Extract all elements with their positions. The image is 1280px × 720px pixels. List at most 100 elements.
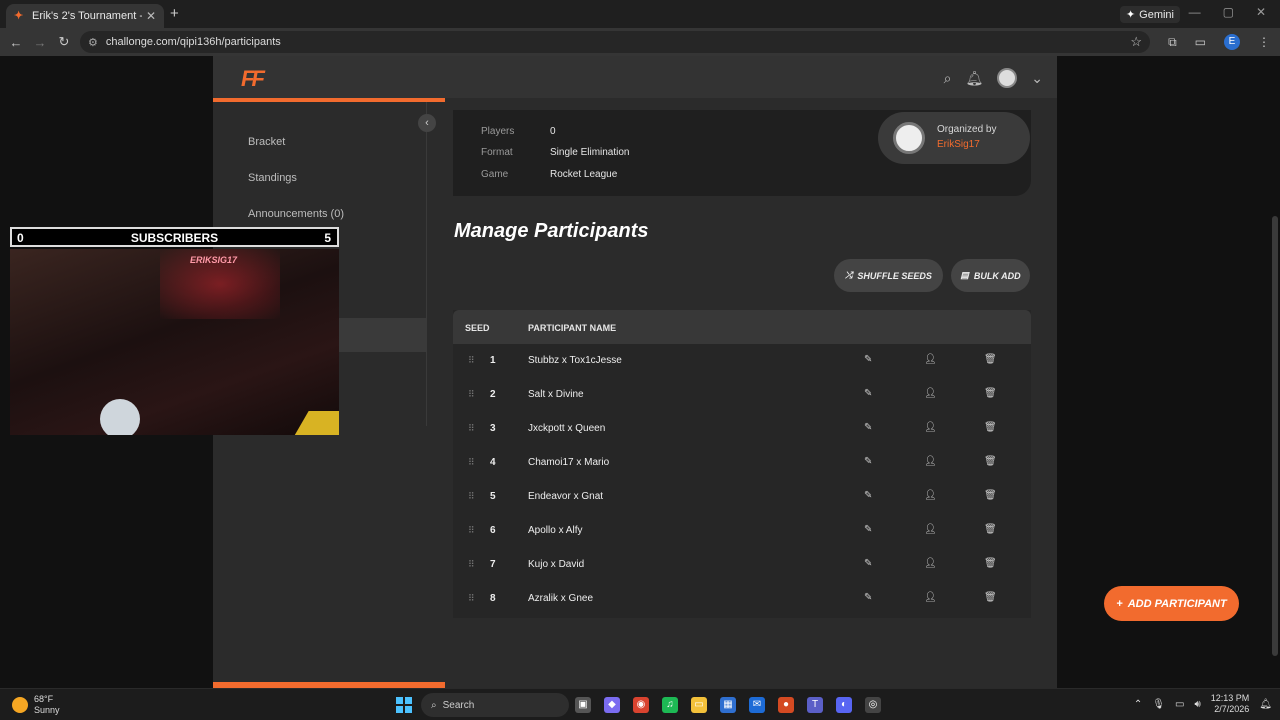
task-view-icon[interactable]: ▣ [575,697,591,713]
maximize-icon[interactable]: ▢ [1223,5,1234,19]
file-explorer-icon[interactable]: ▭ [691,697,707,713]
edit-icon[interactable]: ✎ [864,592,872,603]
teams-icon[interactable]: T [807,697,823,713]
weather-widget[interactable]: 68°F Sunny [12,694,60,716]
table-row[interactable]: ⠿ 2 Salt x Divine ✎ 👤︎ 🗑︎ [453,378,1031,412]
gemini-button[interactable]: ✦ Gemini [1119,6,1180,23]
drag-handle-icon[interactable]: ⠿ [468,525,475,536]
edit-icon[interactable]: ✎ [864,422,872,433]
close-window-icon[interactable]: ✕ [1256,5,1266,19]
bookmark-star-icon[interactable]: ☆ [1130,34,1142,50]
collapse-sidebar-icon[interactable]: ‹ [418,114,436,132]
taskbar-search[interactable]: ⌕ Search [421,693,569,717]
address-bar[interactable]: ⚙ challonge.com/qipi136h/participants ☆ [80,31,1150,53]
edit-icon[interactable]: ✎ [864,490,872,501]
trash-icon[interactable]: 🗑︎ [984,524,997,535]
browser-tab[interactable]: ✦ Erik's 2's Tournament - Challon ✕ [6,4,164,28]
user-icon[interactable]: 👤︎ [924,422,937,433]
extensions-icon[interactable]: ⧉ [1168,35,1177,50]
chrome-icon[interactable]: ◉ [633,697,649,713]
user-icon[interactable]: 👤︎ [924,524,937,535]
bulk-add-button[interactable]: ▤ BULK ADD [951,259,1030,292]
close-tab-icon[interactable]: ✕ [146,9,156,23]
drag-handle-icon[interactable]: ⠿ [468,423,475,434]
trash-icon[interactable]: 🗑︎ [984,354,997,365]
table-row[interactable]: ⠿ 6 Apollo x Alfy ✎ 👤︎ 🗑︎ [453,514,1031,548]
tray-overflow-icon[interactable]: ⌃ [1134,699,1142,710]
forward-icon[interactable]: → [28,35,52,50]
user-icon[interactable]: 👤︎ [924,592,937,603]
discord-icon[interactable]: ◐ [836,697,852,713]
organizer-name-link[interactable]: ErikSig17 [937,139,980,150]
minimize-icon[interactable]: — [1189,5,1201,19]
search-icon[interactable]: ⌕ [944,70,952,87]
cast-icon[interactable]: ▭ [1195,35,1206,49]
store-icon[interactable]: ▦ [720,697,736,713]
table-row[interactable]: ⠿ 4 Chamoi17 x Mario ✎ 👤︎ 🗑︎ [453,446,1031,480]
app-icon[interactable]: ● [778,697,794,713]
page-scrollbar[interactable] [1272,216,1278,656]
drag-handle-icon[interactable]: ⠿ [468,457,475,468]
spotify-icon[interactable]: ♫ [662,697,678,713]
sidebar-item-announcements[interactable]: Announcements (0) [248,208,344,220]
site-info-icon[interactable]: ⚙ [88,36,98,49]
user-avatar[interactable] [997,68,1018,88]
table-row[interactable]: ⠿ 5 Endeavor x Gnat ✎ 👤︎ 🗑︎ [453,480,1031,514]
add-participant-button[interactable]: + ADD PARTICIPANT [1104,586,1239,621]
participants-table: SEED PARTICIPANT NAME ⠿ 1 Stubbz x Tox1cJe… [453,310,1031,618]
back-icon[interactable]: ← [4,35,28,50]
user-icon[interactable]: 👤︎ [924,388,937,399]
organizer-card[interactable]: Organized by ErikSig17 [878,112,1030,164]
table-row[interactable]: ⠿ 3 Jxckpott x Queen ✎ 👤︎ 🗑︎ [453,412,1031,446]
volume-icon[interactable]: 🔊︎ [1194,699,1200,710]
profile-avatar[interactable]: E [1224,34,1240,50]
edit-icon[interactable]: ✎ [864,354,872,365]
user-icon[interactable]: 👤︎ [924,456,937,467]
page-viewport: FF ⌕ 🔔︎ ⌄ Bracket Standings Announcement… [0,56,1280,688]
drag-handle-icon[interactable]: ⠿ [468,355,475,366]
microphone-icon[interactable]: 🎙︎ [1152,699,1165,710]
outlook-icon[interactable]: ✉ [749,697,765,713]
trash-icon[interactable]: 🗑︎ [984,592,997,603]
sidebar-item-standings[interactable]: Standings [248,172,297,184]
shuffle-seeds-button[interactable]: ⤮ SHUFFLE SEEDS [834,259,943,292]
windows-start-icon[interactable] [396,697,412,713]
challonge-logo-icon[interactable]: FF [241,66,265,92]
user-icon[interactable]: 👤︎ [924,354,937,365]
table-row[interactable]: ⠿ 8 Azralik x Gnee ✎ 👤︎ 🗑︎ [453,582,1031,616]
reload-icon[interactable]: ↻ [52,34,76,50]
edit-icon[interactable]: ✎ [864,558,872,569]
trash-icon[interactable]: 🗑︎ [984,490,997,501]
drag-handle-icon[interactable]: ⠿ [468,559,475,570]
window-controls: — ▢ ✕ [1189,5,1266,19]
new-tab-button[interactable]: + [170,5,179,22]
participant-name: Kujo x David [528,559,585,570]
table-row[interactable]: ⠿ 7 Kujo x David ✎ 👤︎ 🗑︎ [453,548,1031,582]
drag-handle-icon[interactable]: ⠿ [468,593,475,604]
drag-handle-icon[interactable]: ⠿ [468,491,475,502]
clock[interactable]: 12:13 PM 2/7/2026 [1211,693,1250,715]
obs-icon[interactable]: ◎ [865,697,881,713]
copilot-icon[interactable]: ◆ [604,697,620,713]
user-icon[interactable]: 👤︎ [924,558,937,569]
trash-icon[interactable]: 🗑︎ [984,388,997,399]
format-label: Format [481,147,513,158]
browser-menu-icon[interactable]: ⋮ [1258,35,1270,49]
trash-icon[interactable]: 🗑︎ [984,456,997,467]
sidebar-item-bracket[interactable]: Bracket [248,136,285,148]
browser-tabbar: ✦ Erik's 2's Tournament - Challon ✕ + ✦G… [0,0,1280,28]
network-icon[interactable]: ▭ [1175,699,1184,710]
shuffle-icon: ⤮ [845,270,853,280]
edit-icon[interactable]: ✎ [864,388,872,399]
chevron-down-icon[interactable]: ⌄ [1031,70,1043,87]
bell-icon[interactable]: 🔔︎ [965,70,983,87]
trash-icon[interactable]: 🗑︎ [984,558,997,569]
drag-handle-icon[interactable]: ⠿ [468,389,475,400]
notification-bell-icon[interactable]: 🔔︎ [1259,699,1272,710]
edit-icon[interactable]: ✎ [864,456,872,467]
trash-icon[interactable]: 🗑︎ [984,422,997,433]
edit-icon[interactable]: ✎ [864,524,872,535]
user-icon[interactable]: 👤︎ [924,490,937,501]
seed-column-header: SEED [465,323,490,333]
table-row[interactable]: ⠿ 1 Stubbz x Tox1cJesse ✎ 👤︎ 🗑︎ [453,344,1031,378]
